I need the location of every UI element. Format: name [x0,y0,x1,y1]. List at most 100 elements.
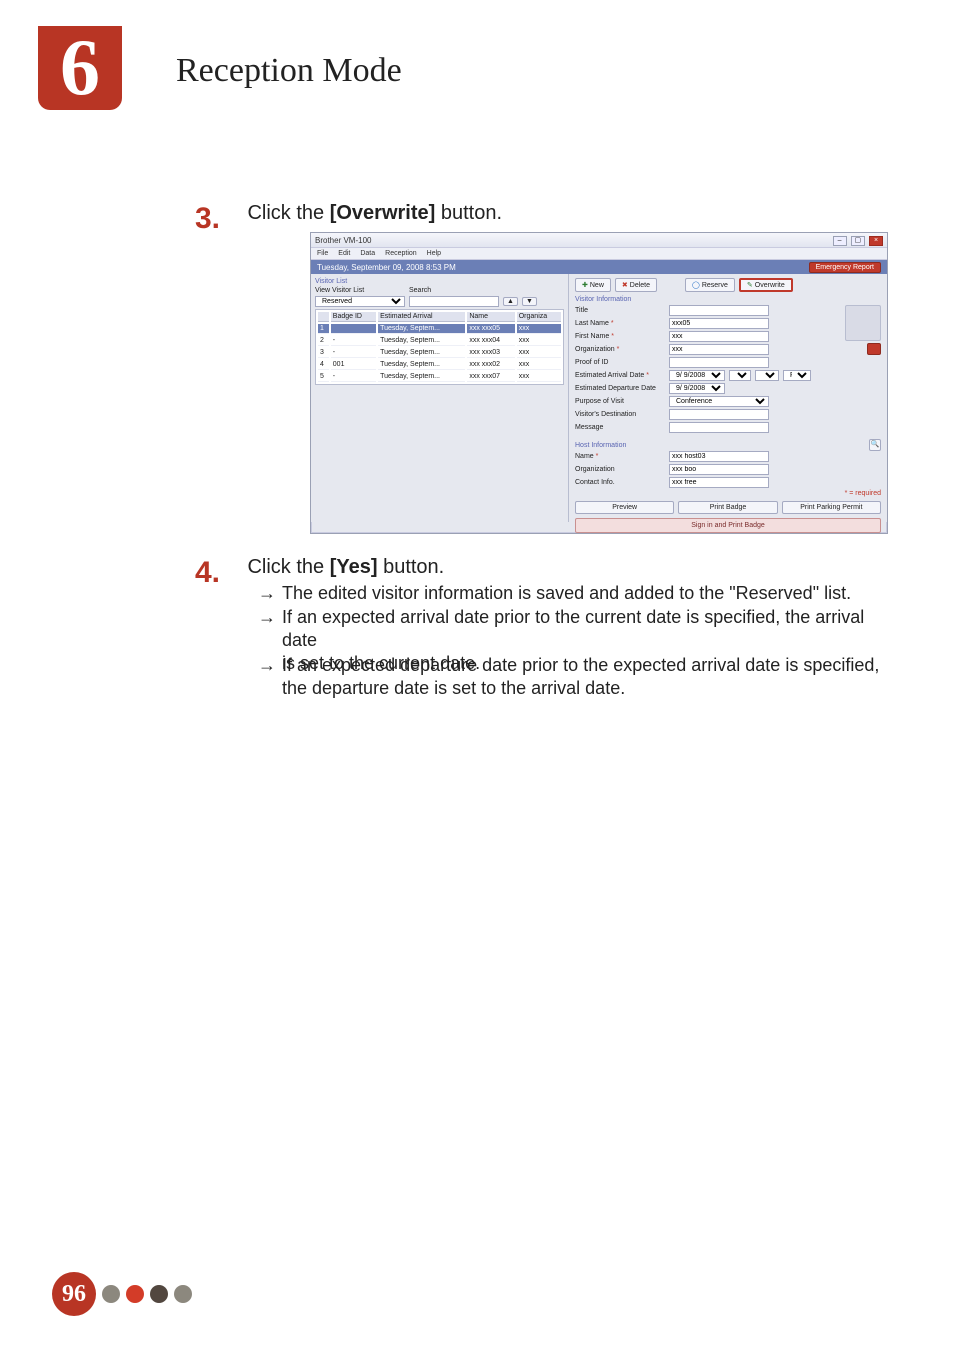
table-cell: xxx xxx05 [467,324,514,334]
emergency-report-button[interactable]: Emergency Report [809,262,881,273]
text: button. [435,202,502,224]
host-org-label: Organization [575,466,665,473]
table-cell: - [331,372,376,382]
reserve-button[interactable]: ◯Reserve [685,278,735,292]
departure-date-select[interactable]: 9/ 9/2008 [669,383,725,394]
table-cell: 1 [318,324,329,334]
proof-field[interactable] [669,357,769,368]
menu-data[interactable]: Data [360,250,375,257]
purpose-select[interactable]: Conference [669,396,769,407]
dest-label: Visitor's Destination [575,411,665,418]
arrival-hour-select[interactable]: 8 [729,370,751,381]
menu-reception[interactable]: Reception [385,250,417,257]
arrival-min-select[interactable]: 00 [755,370,779,381]
overwrite-button[interactable]: ✎Overwrite [739,278,793,292]
chapter-number-tab: 6 [38,26,122,110]
table-row[interactable]: 2-Tuesday, Septem...xxx xxx04xxx [318,336,561,346]
camera-icon[interactable] [867,343,881,355]
firstname-field[interactable] [669,331,769,342]
search-host-icon[interactable]: 🔍 [869,439,881,451]
current-datetime: Tuesday, September 09, 2008 8:53 PM [317,263,456,272]
host-info-heading: Host Information [575,442,626,449]
lastname-label: Last Name * [575,320,665,327]
right-pane: ✚New ✖Delete ◯Reserve ✎Overwrite Visitor… [569,274,887,522]
footer-dot [126,1285,144,1303]
org-field[interactable] [669,344,769,355]
arrow-icon: → [258,606,282,629]
minimize-button[interactable]: – [833,236,847,246]
sort-down-button[interactable]: ▼ [522,297,537,306]
print-permit-button[interactable]: Print Parking Permit [782,501,881,514]
step-number: 3. [195,202,243,236]
page-footer: 96 [52,1272,192,1316]
result-3: →If an expected departure date prior to … [258,654,893,700]
table-cell: xxx [517,348,561,358]
arrival-label: Estimated Arrival Date * [575,372,665,379]
preview-button[interactable]: Preview [575,501,674,514]
result-text: The edited visitor information is saved … [282,582,886,605]
view-list-label: View Visitor List [315,287,405,294]
window-title: Brother VM-100 [315,236,371,245]
required-note: * = required [575,490,881,497]
message-field[interactable] [669,422,769,433]
table-cell: - [331,336,376,346]
text: Click the [247,202,329,224]
table-cell: xxx xxx03 [467,348,514,358]
text: Click the [247,556,329,578]
table-cell: 2 [318,336,329,346]
delete-button[interactable]: ✖Delete [615,278,657,292]
table-cell: xxx [517,336,561,346]
title-field[interactable] [669,305,769,316]
date-status-bar: Tuesday, September 09, 2008 8:53 PM Emer… [311,260,887,274]
table-cell [331,324,376,334]
table-cell: Tuesday, Septem... [378,348,465,358]
result-text-cont: the departure date is set to the arrival… [282,677,886,700]
view-list-controls: Reserved ▲ ▼ [315,296,564,307]
purpose-label: Purpose of Visit [575,398,665,405]
lastname-field[interactable] [669,318,769,329]
table-cell: Tuesday, Septem... [378,360,465,370]
host-contact-label: Contact Info. [575,479,665,486]
menu-help[interactable]: Help [427,250,441,257]
maximize-button[interactable]: ▢ [851,236,865,246]
bold: [Yes] [330,556,378,578]
menu-bar: File Edit Data Reception Help [311,248,887,260]
step-3: 3. Click the [Overwrite] button. [195,202,502,236]
table-cell: xxx [517,372,561,382]
table-cell: xxx [517,360,561,370]
footer-dot [174,1285,192,1303]
print-badge-button[interactable]: Print Badge [678,501,777,514]
window-titlebar: Brother VM-100 – ▢ × [311,233,887,248]
table-cell: xxx [517,324,561,334]
table-row[interactable]: 5-Tuesday, Septem...xxx xxx07xxx [318,372,561,382]
host-org-field[interactable] [669,464,769,475]
left-pane: Visitor List View Visitor List Search Re… [311,274,569,522]
sign-in-print-button[interactable]: Sign in and Print Badge [575,518,881,533]
host-contact-field[interactable] [669,477,769,488]
dest-field[interactable] [669,409,769,420]
table-row[interactable]: 1Tuesday, Septem...xxx xxx05xxx [318,324,561,334]
host-name-field[interactable] [669,451,769,462]
table-cell: xxx xxx02 [467,360,514,370]
toolbar: ✚New ✖Delete ◯Reserve ✎Overwrite [575,278,881,292]
search-input[interactable] [409,296,499,307]
table-row[interactable]: 3-Tuesday, Septem...xxx xxx03xxx [318,348,561,358]
menu-edit[interactable]: Edit [338,250,350,257]
arrow-icon: → [258,654,282,677]
view-list-select[interactable]: Reserved [315,296,405,307]
footer-dot [102,1285,120,1303]
footer-dot [150,1285,168,1303]
menu-file[interactable]: File [317,250,328,257]
view-list-row: View Visitor List Search [315,287,564,294]
arrival-date-select[interactable]: 9/ 9/2008 [669,370,725,381]
sort-up-button[interactable]: ▲ [503,297,518,306]
table-cell: Tuesday, Septem... [378,336,465,346]
visitor-table: Badge ID Estimated Arrival Name Organiza… [315,309,564,385]
arrival-ampm-select[interactable]: PM [783,370,811,381]
new-button[interactable]: ✚New [575,278,611,292]
col-eta: Estimated Arrival [378,312,465,322]
col-org: Organiza [517,312,561,322]
table-row[interactable]: 4001Tuesday, Septem...xxx xxx02xxx [318,360,561,370]
close-button[interactable]: × [869,236,883,246]
result-text: If an expected arrival date prior to the… [282,606,886,652]
